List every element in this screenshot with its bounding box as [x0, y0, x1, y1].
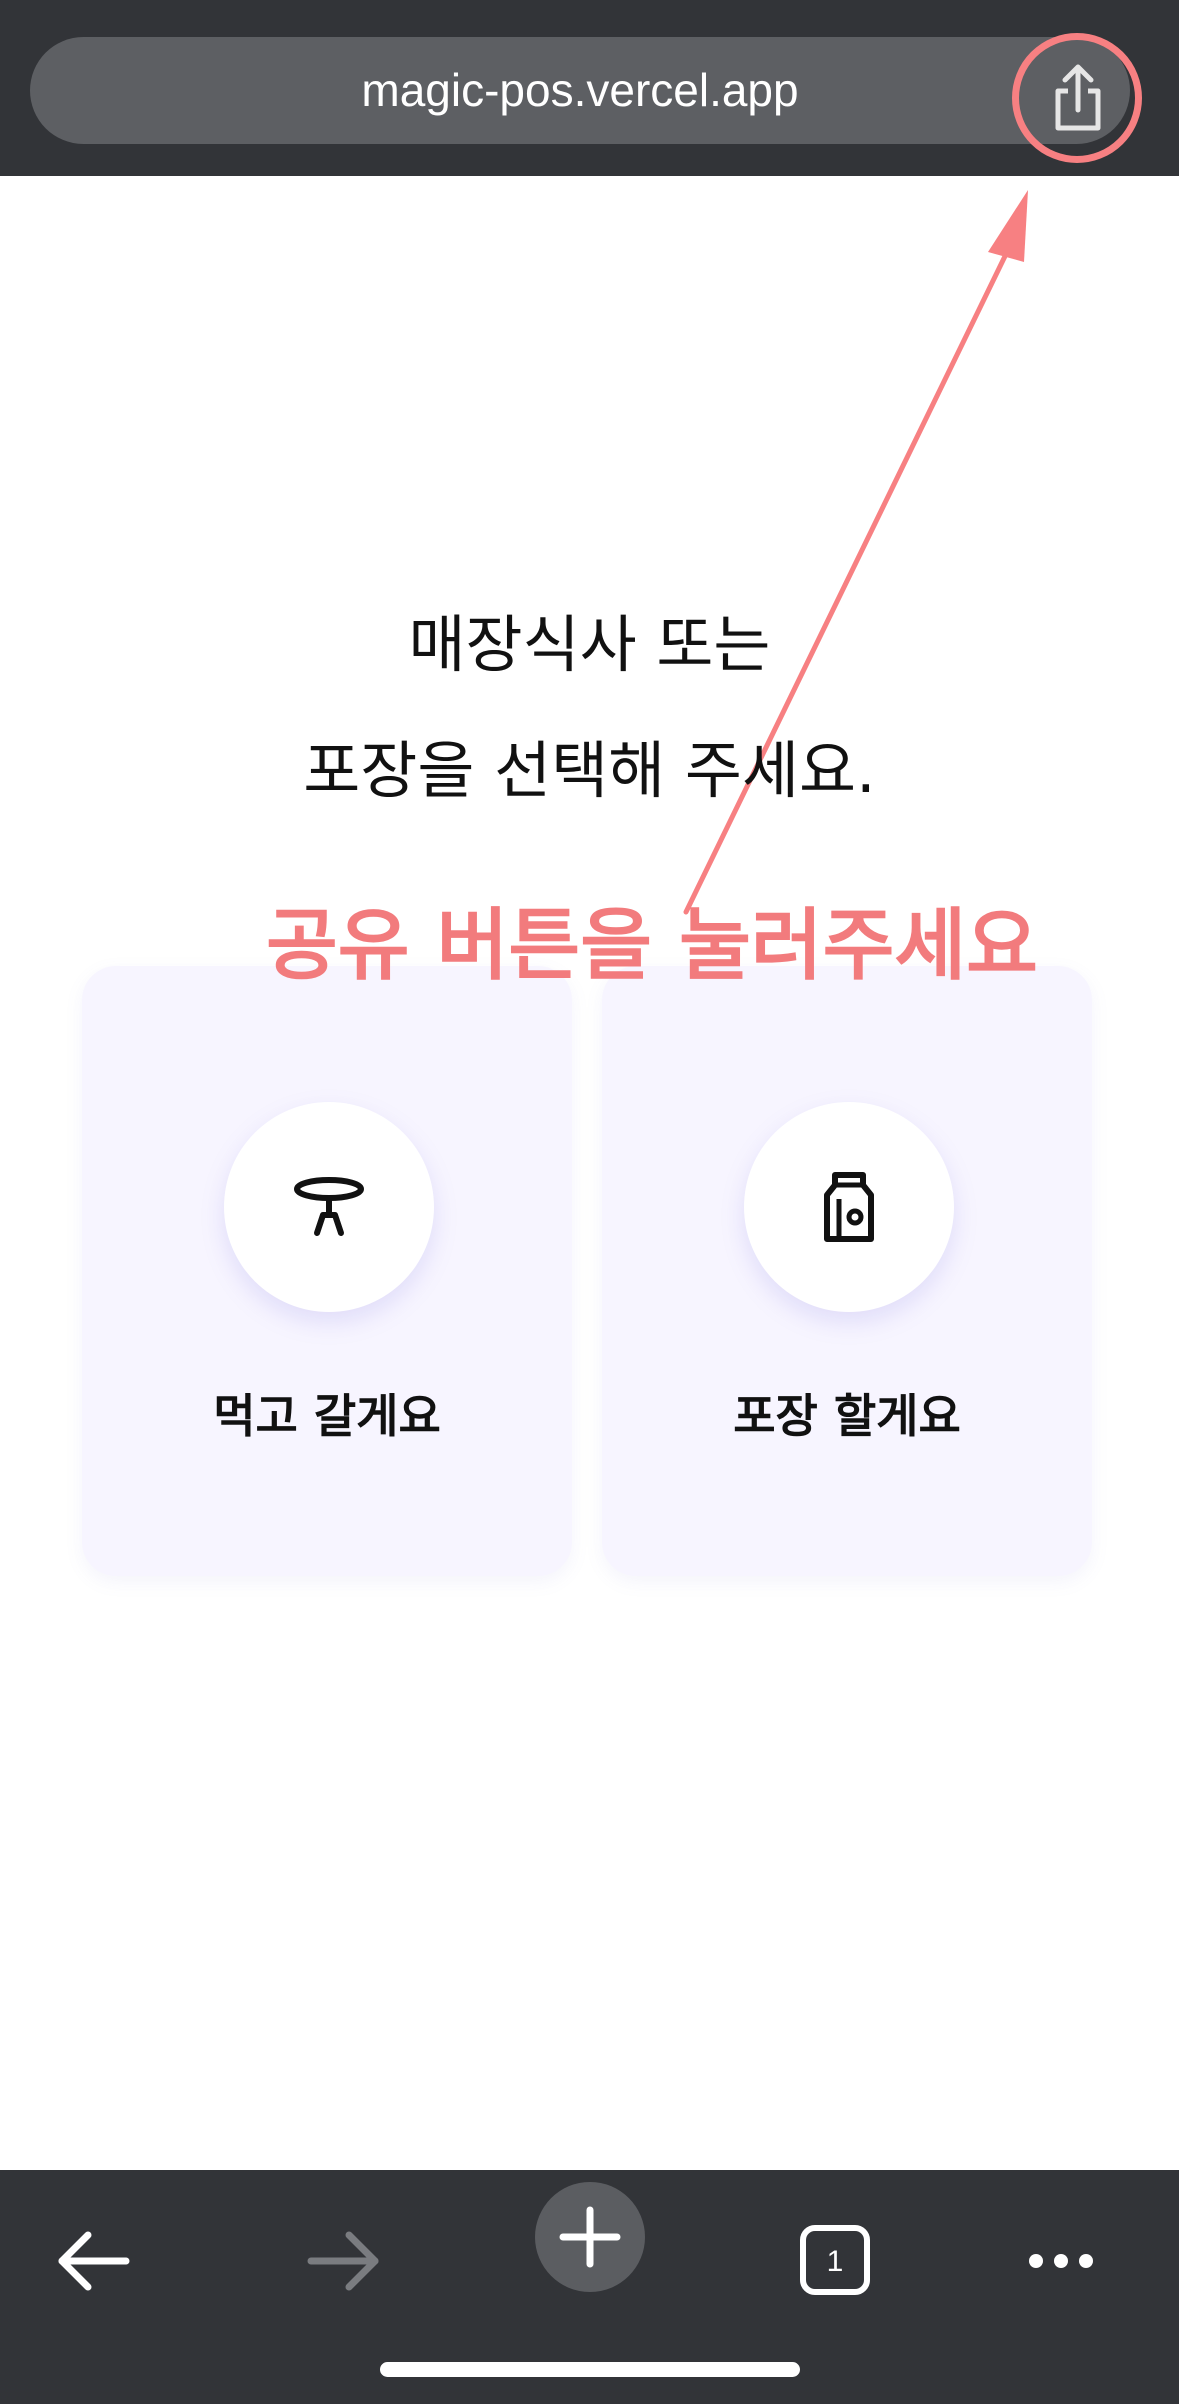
share-icon [1055, 64, 1101, 131]
annotation-instruction: 공유 버튼을 눌러주세요 [266, 901, 1038, 991]
headline-line-2: 포장을 선택해 주세요. [303, 734, 876, 807]
browser-top-bar: magic-pos.vercel.app [0, 0, 1179, 176]
address-bar[interactable]: magic-pos.vercel.app [30, 37, 1130, 144]
headline-line-1: 매장식사 또는 [408, 608, 771, 681]
back-arrow-icon [58, 2231, 130, 2291]
dine-in-icon-circle [224, 1102, 434, 1312]
takeout-option-card[interactable]: 포장 할게요 [602, 966, 1092, 1576]
table-icon [294, 1177, 364, 1236]
more-icon [1029, 2254, 1093, 2268]
tabs-button[interactable]: 1 [780, 2206, 890, 2316]
tab-count: 1 [826, 2245, 844, 2278]
forward-arrow-icon [307, 2231, 379, 2291]
new-tab-button[interactable] [535, 2182, 645, 2292]
home-indicator[interactable] [380, 2362, 800, 2377]
takeout-label: 포장 할게요 [733, 1389, 961, 1443]
forward-button[interactable] [287, 2206, 397, 2316]
takeout-icon-circle [744, 1102, 954, 1312]
plus-icon [559, 2206, 621, 2268]
page-headline: 매장식사 또는 포장을 선택해 주세요. [0, 582, 1179, 834]
bag-icon [824, 1172, 874, 1242]
back-button[interactable] [40, 2206, 150, 2316]
dine-in-label: 먹고 갈게요 [213, 1389, 441, 1443]
dine-in-option-card[interactable]: 먹고 갈게요 [82, 966, 572, 1576]
url-text[interactable]: magic-pos.vercel.app [30, 37, 1130, 144]
more-button[interactable] [1006, 2206, 1116, 2316]
share-button[interactable] [1016, 38, 1140, 162]
